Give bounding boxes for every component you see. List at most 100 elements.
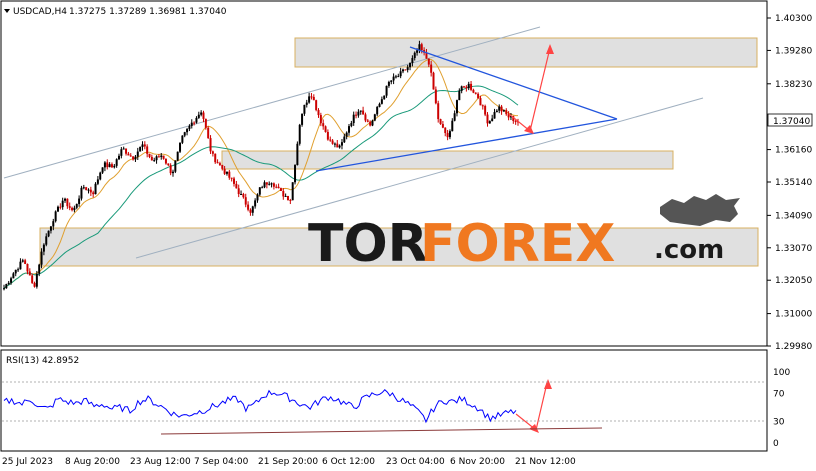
candle-body <box>427 58 430 65</box>
candle-body <box>87 189 90 191</box>
candle-body <box>495 110 498 113</box>
candle-body <box>190 122 193 126</box>
candle-body <box>352 114 355 124</box>
candle-body <box>294 165 297 183</box>
candle-body <box>118 155 121 160</box>
candle-body <box>146 146 149 154</box>
candle-body <box>225 171 228 174</box>
candle-body <box>181 135 184 143</box>
price-tick-label: 1.40300 <box>775 14 812 24</box>
candle-body <box>228 171 231 178</box>
candle-body <box>343 136 346 143</box>
candle-body <box>17 269 20 271</box>
candle-body <box>254 200 257 207</box>
candle-body <box>115 159 118 166</box>
candle-body <box>270 183 273 185</box>
candle-body <box>230 177 233 179</box>
candle-body <box>139 146 142 152</box>
candle-body <box>308 96 311 103</box>
candle-body <box>59 206 62 208</box>
candle-body <box>441 124 444 128</box>
candle-body <box>261 187 264 189</box>
watermark-forex: FOREX <box>420 214 615 274</box>
candle-body <box>362 110 365 115</box>
candle-body <box>345 132 348 137</box>
candle-body <box>272 183 275 187</box>
symbol-label: USDCAD,H4 <box>13 7 67 17</box>
candle-body <box>465 86 468 89</box>
candle-body <box>99 172 102 180</box>
candle-body <box>265 182 268 185</box>
candle-body <box>174 160 177 172</box>
candle-body <box>336 143 339 148</box>
candle-body <box>474 92 477 94</box>
candle-body <box>286 195 289 201</box>
candle-body <box>108 164 111 168</box>
candle-body <box>5 284 8 289</box>
candle-body <box>19 261 22 270</box>
candle-body <box>14 269 17 274</box>
candle-body <box>38 264 41 274</box>
candle-body <box>409 63 412 68</box>
candle-body <box>298 124 301 144</box>
candle-body <box>279 188 282 191</box>
candle-body <box>289 200 292 202</box>
time-label: 25 Jul 2023 <box>2 457 53 467</box>
rsi-tick-label: 100 <box>773 368 790 378</box>
candle-body <box>56 206 59 212</box>
candle-body <box>211 151 214 154</box>
candle-body <box>455 100 458 114</box>
candle-body <box>82 187 85 189</box>
candle-body <box>380 99 383 104</box>
candle-body <box>223 168 226 174</box>
candle-body <box>150 156 153 161</box>
candle-body <box>240 194 243 196</box>
candle-body <box>92 192 95 195</box>
candle-body <box>319 115 322 124</box>
candle-body <box>49 226 52 231</box>
price-tick-label: 1.31000 <box>775 310 812 320</box>
candle-body <box>373 114 376 121</box>
candle-body <box>164 158 167 164</box>
candle-body <box>477 93 480 99</box>
candle-body <box>317 110 320 116</box>
candle-body <box>493 112 496 119</box>
candle-body <box>64 198 67 201</box>
price-tick-label: 1.32050 <box>775 276 812 286</box>
candle-body <box>406 67 409 70</box>
candle-body <box>193 122 196 124</box>
candle-body <box>169 165 172 174</box>
candle-body <box>31 275 34 283</box>
candle-body <box>451 120 454 132</box>
candle-body <box>413 52 416 59</box>
price-tick-label: 1.36160 <box>775 146 812 156</box>
candle-body <box>324 126 327 132</box>
candle-body <box>179 142 182 152</box>
mid-zone <box>221 150 674 170</box>
candle-body <box>101 167 104 173</box>
candle-body <box>125 148 128 154</box>
candle-body <box>369 121 372 126</box>
candle-body <box>249 209 252 213</box>
price-tick-label: 1.29980 <box>775 342 812 352</box>
candle-body <box>7 282 10 285</box>
time-label: 21 Sep 20:00 <box>258 457 318 467</box>
candle-body <box>282 190 285 197</box>
current-price-label: 1.37040 <box>773 117 810 127</box>
candle-body <box>305 102 308 105</box>
candle-body <box>157 156 160 158</box>
candle-body <box>331 140 334 144</box>
candle-body <box>277 186 280 189</box>
candle-body <box>514 121 517 123</box>
candle-body <box>218 163 221 165</box>
candle-body <box>42 244 45 252</box>
time-label: 6 Nov 20:00 <box>450 457 505 467</box>
candle-body <box>78 198 81 204</box>
time-label: 23 Aug 12:00 <box>130 457 191 467</box>
candle-body <box>387 81 390 86</box>
candle-body <box>71 207 74 211</box>
candle-body <box>26 263 29 272</box>
candle-body <box>122 148 125 150</box>
candle-body <box>505 110 508 115</box>
candle-body <box>155 156 158 161</box>
